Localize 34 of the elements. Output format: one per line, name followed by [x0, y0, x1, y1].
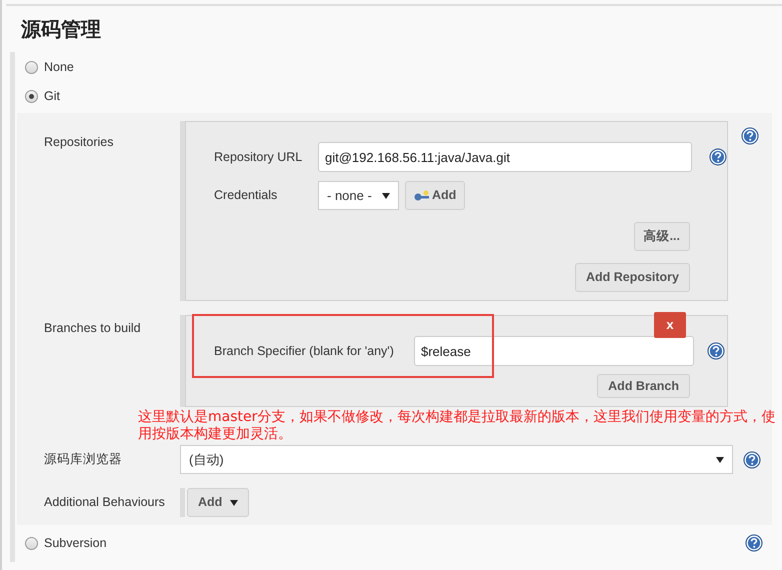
annotation-text: 这里默认是master分支，如果不做修改，每次构建都是拉取最新的版本，这里我们使用变量的方式，使用按版本构建更加灵活。 [138, 409, 776, 443]
caret-icon [716, 456, 724, 462]
option-label: Subversion [44, 534, 108, 552]
help-icon[interactable] [743, 450, 761, 468]
help-icon[interactable] [741, 127, 759, 145]
field-label: Repositories [44, 135, 114, 149]
advanced-button[interactable]: 高级... [634, 222, 690, 251]
caret-icon [382, 192, 390, 198]
help-icon[interactable] [745, 534, 763, 552]
radio-button[interactable] [25, 90, 38, 102]
section-title: 源码管理 [21, 16, 102, 43]
option-label: Git [44, 88, 61, 105]
add-behaviour-button[interactable]: Add [187, 488, 250, 517]
branch-specifier-field[interactable]: $release [414, 336, 694, 366]
field-label: Additional Behaviours [44, 495, 165, 510]
help-icon[interactable] [709, 148, 727, 166]
browser-dropdown[interactable]: (自动) [180, 445, 733, 474]
add-credentials-button[interactable]: Add [405, 181, 466, 210]
add-repository-button[interactable]: Add Repository [574, 263, 690, 292]
add-branch-button[interactable]: Add Branch [597, 374, 690, 398]
help-icon[interactable] [707, 342, 725, 360]
field-label: Repository URL [214, 150, 302, 164]
field-label: Branch Specifier (blank for 'any') [214, 344, 394, 358]
repository-url-field[interactable]: git@192.168.56.11:java/Java.git [318, 142, 692, 172]
key-icon [414, 190, 430, 202]
radio-button[interactable] [25, 536, 38, 550]
radio-button[interactable] [25, 60, 38, 74]
field-label: Branches to build [44, 321, 141, 335]
delete-button[interactable]: x [654, 312, 686, 338]
field-label: 源码库浏览器 [44, 452, 122, 466]
credentials-dropdown[interactable]: - none - [318, 181, 399, 210]
option-label: None [44, 58, 75, 76]
field-label: Credentials [214, 188, 278, 202]
caret-icon [230, 500, 238, 506]
